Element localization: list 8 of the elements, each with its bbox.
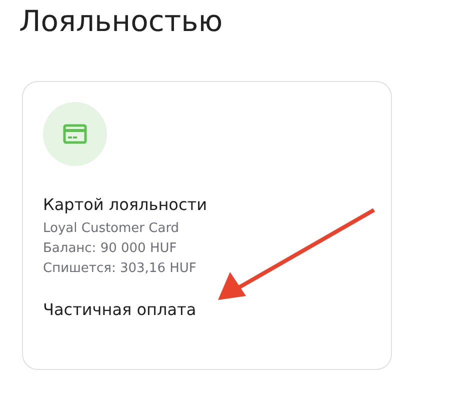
credit-card-icon — [63, 124, 87, 144]
payment-mode: Частичная оплата — [43, 299, 198, 321]
option-detail: Баланс: 90 000 HUF — [43, 240, 178, 258]
option-detail: Loyal Customer Card — [43, 220, 180, 238]
option-title: Картой лояльности — [43, 194, 208, 216]
option-detail: Спишется: 303,16 HUF — [43, 260, 198, 278]
page-heading: Лояльностью — [19, 3, 224, 40]
payment-card[interactable]: Картой лояльности Loyal Customer Card Баланс: 90 000 HUF Спишется: 303,16 HUF Частичная оплата — [22, 81, 392, 370]
